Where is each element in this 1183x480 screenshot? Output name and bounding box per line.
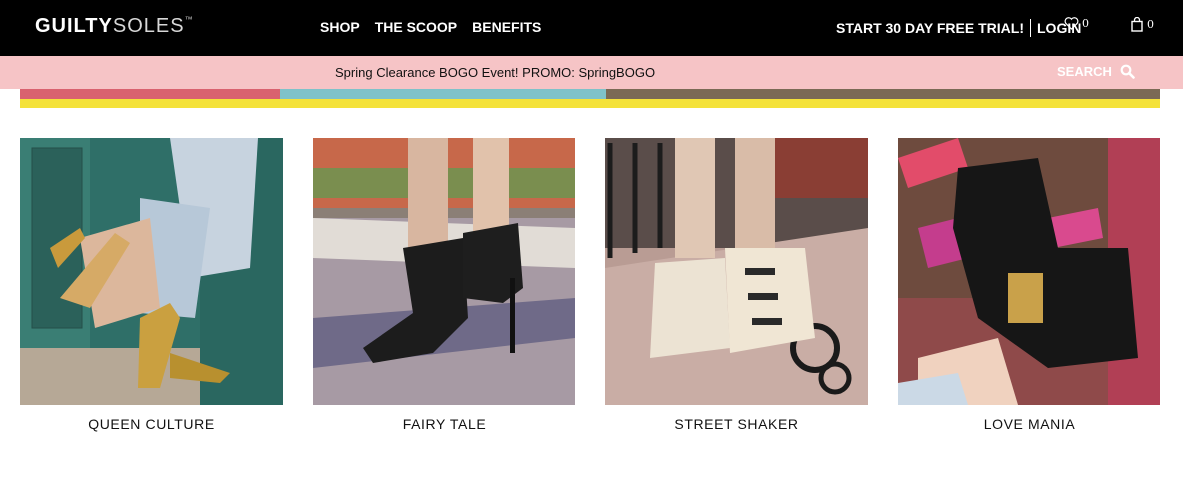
logo-trademark: ™ bbox=[184, 15, 194, 24]
product-name[interactable]: FAIRY TALE bbox=[313, 416, 576, 432]
hero-banner-bottom bbox=[20, 89, 1160, 108]
nav-the-scoop[interactable]: THE SCOOP bbox=[375, 19, 457, 35]
account-nav: START 30 DAY FREE TRIAL! LOGIN bbox=[836, 19, 1081, 37]
free-trial-link[interactable]: START 30 DAY FREE TRIAL! bbox=[836, 20, 1024, 36]
top-navigation-bar: GUILTYSOLES™ SHOP THE SCOOP BENEFITS STA… bbox=[0, 0, 1183, 56]
product-photo bbox=[898, 138, 1160, 405]
product-image[interactable] bbox=[313, 138, 576, 405]
banner-stripe bbox=[20, 99, 1160, 108]
product-photo bbox=[313, 138, 575, 405]
main-nav: SHOP THE SCOOP BENEFITS bbox=[320, 19, 541, 35]
product-card-love-mania[interactable]: LOVE MANIA bbox=[898, 138, 1161, 432]
product-photo bbox=[20, 138, 283, 405]
cart-count: 0 bbox=[1147, 18, 1154, 31]
product-name[interactable]: STREET SHAKER bbox=[605, 416, 868, 432]
banner-image-segment bbox=[606, 89, 1160, 99]
banner-image-segment bbox=[280, 89, 606, 99]
product-name[interactable]: LOVE MANIA bbox=[898, 416, 1161, 432]
wishlist-button[interactable]: 0 bbox=[1064, 17, 1089, 30]
shopping-bag-icon bbox=[1131, 17, 1143, 32]
product-card-fairy-tale[interactable]: FAIRY TALE bbox=[313, 138, 576, 432]
product-image[interactable] bbox=[605, 138, 868, 405]
nav-benefits[interactable]: BENEFITS bbox=[472, 19, 541, 35]
promo-message: Spring Clearance BOGO Event! PROMO: Spri… bbox=[335, 65, 656, 80]
product-name[interactable]: QUEEN CULTURE bbox=[20, 416, 283, 432]
nav-shop[interactable]: SHOP bbox=[320, 19, 360, 35]
nav-divider bbox=[1030, 19, 1031, 37]
search-button[interactable]: SEARCH bbox=[1057, 64, 1135, 79]
product-image[interactable] bbox=[898, 138, 1161, 405]
product-image[interactable] bbox=[20, 138, 283, 405]
logo-bold-text: GUILTY bbox=[35, 15, 113, 37]
promo-bar: Spring Clearance BOGO Event! PROMO: Spri… bbox=[0, 56, 1183, 89]
product-card-street-shaker[interactable]: STREET SHAKER bbox=[605, 138, 868, 432]
logo-light-text: SOLES bbox=[112, 15, 185, 37]
product-photo bbox=[605, 138, 868, 405]
cart-button[interactable]: 0 bbox=[1131, 17, 1154, 32]
banner-image-segment bbox=[20, 89, 280, 99]
product-card-queen-culture[interactable]: QUEEN CULTURE bbox=[20, 138, 283, 432]
site-logo[interactable]: GUILTYSOLES™ bbox=[35, 15, 194, 38]
wishlist-count: 0 bbox=[1082, 17, 1089, 30]
search-label: SEARCH bbox=[1057, 64, 1112, 79]
heart-icon bbox=[1064, 17, 1079, 30]
search-icon bbox=[1120, 64, 1135, 79]
